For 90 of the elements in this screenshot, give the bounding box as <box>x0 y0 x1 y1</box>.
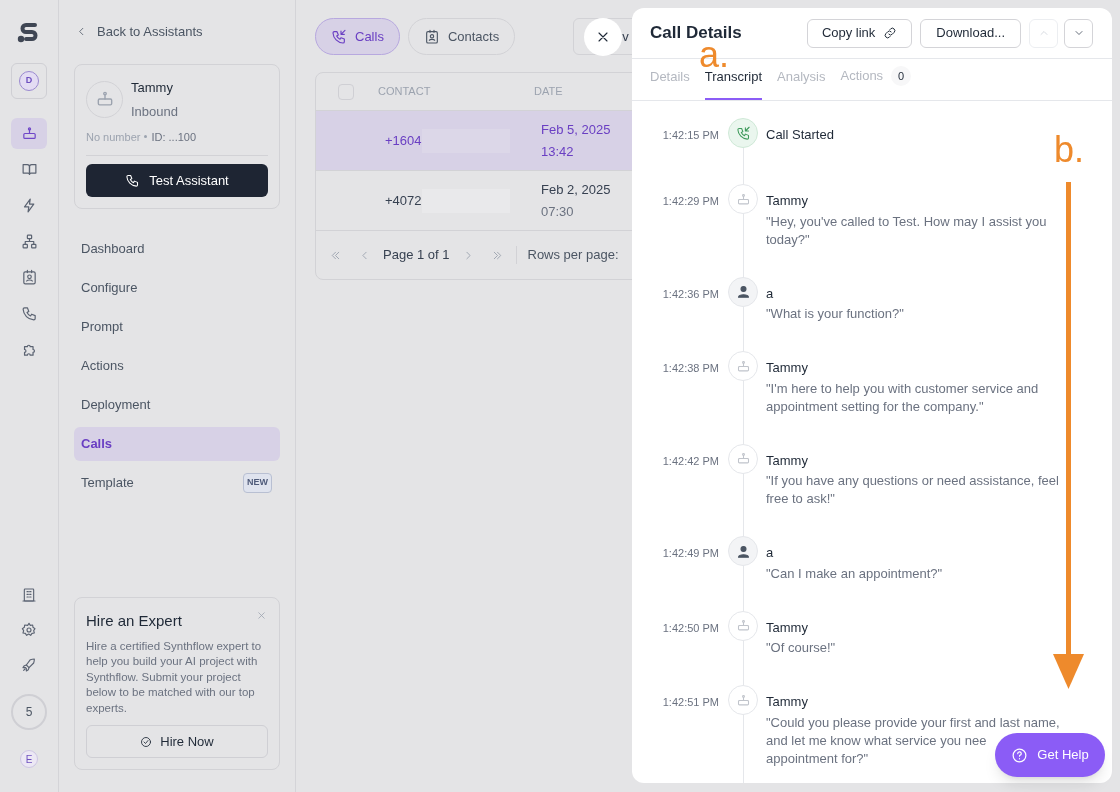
tab[interactable]: Transcript <box>704 66 763 100</box>
rows-per-page-label: Rows per page: <box>527 246 619 265</box>
nav-item[interactable]: Template NEW <box>74 466 280 500</box>
tab-label: Actions <box>840 67 884 86</box>
annotation-label: b. <box>1054 130 1085 170</box>
timestamp: 1:42:15 PM <box>661 128 719 143</box>
message-text: appointment for?" <box>766 749 869 768</box>
column-header: CONTACT <box>378 84 432 100</box>
robot-icon <box>735 358 751 374</box>
robot-icon <box>735 451 751 466</box>
speaker-name: a <box>766 544 775 562</box>
rocket-icon <box>21 656 37 673</box>
robot-icon <box>20 125 38 142</box>
timestamp: 1:42:50 PM <box>661 620 719 636</box>
message-text: "If you have any questions or need assistance, feel free to ask!" <box>766 472 1060 508</box>
robot-icon <box>735 191 751 207</box>
contact-card-icon <box>423 28 440 45</box>
nav-item[interactable]: Calls <box>74 427 280 461</box>
table-cell-text: Feb 2, 2025 <box>541 180 611 199</box>
promo-title: Hire an Expert <box>86 611 182 631</box>
assistant-direction: Inbound <box>131 103 178 121</box>
phone-icon <box>331 28 347 45</box>
new-badge: NEW <box>243 473 272 493</box>
check-circle-icon <box>140 735 153 748</box>
speaker-name: Call Started <box>766 126 835 144</box>
person-icon <box>735 284 751 299</box>
link-icon <box>883 26 898 40</box>
speaker-name: Tammy <box>766 359 809 377</box>
table-row[interactable]: +1604 Feb 5, 2025 13:42 <box>316 111 632 171</box>
speaker-name: a <box>766 284 775 303</box>
nav-item[interactable]: Actions <box>74 349 280 383</box>
nav-label: Template <box>81 474 134 493</box>
book-icon <box>20 161 38 178</box>
get-help-button[interactable]: Get Help <box>995 733 1105 777</box>
download-button[interactable]: Download... <box>920 18 1021 48</box>
timestamp: 1:42:42 PM <box>661 453 719 469</box>
workspace-switcher[interactable]: D <box>11 63 47 99</box>
tab[interactable]: Calls <box>315 18 400 55</box>
timestamp: 1:42:51 PM <box>661 695 719 710</box>
nav-item[interactable]: Prompt <box>74 310 280 344</box>
message-text: "Hey, you've called to Test. How may I assist you today?" <box>766 212 1048 249</box>
test-assistant-button[interactable]: Test Assistant <box>86 164 268 197</box>
settings-icon <box>21 621 37 638</box>
speaker-name: Tammy <box>766 693 809 711</box>
timestamp: 1:42:29 PM <box>661 194 719 209</box>
table-cell-text: 07:30 <box>541 203 575 221</box>
close-icon[interactable] <box>256 610 267 621</box>
table-cell-text: +4072 <box>385 191 422 210</box>
message-text: "I'm here to help you with customer service and appointment setting for the company." <box>766 379 1040 416</box>
phone-icon <box>20 305 38 322</box>
close-dialog[interactable] <box>584 18 622 56</box>
robot-icon <box>735 692 751 708</box>
message-text: "Of course!" <box>766 639 837 657</box>
workspace-avatar: D <box>19 71 39 91</box>
timestamp: 1:42:36 PM <box>661 286 719 302</box>
tab[interactable]: Actions 0 <box>840 66 912 100</box>
table-cell-text: 13:42 <box>541 143 575 161</box>
timestamp: 1:42:38 PM <box>661 361 719 376</box>
hierarchy-icon <box>20 233 38 250</box>
message-text: "Can I make an appointment?" <box>766 564 944 583</box>
page-indicator: Page 1 of 1 <box>383 246 450 265</box>
phone-icon <box>735 125 751 141</box>
nav-item[interactable]: Configure <box>74 271 280 305</box>
table-cell-text: +1604 <box>385 131 422 150</box>
speaker-name: Tammy <box>766 192 809 210</box>
nav-item[interactable]: Deployment <box>74 388 280 422</box>
phone-number: No number <box>86 129 141 145</box>
hire-now-button[interactable]: Hire Now <box>86 725 268 758</box>
copy-link-button[interactable]: Copy link <box>806 18 913 48</box>
assistant-name: Tammy <box>131 78 174 97</box>
rail-button[interactable] <box>11 118 47 149</box>
robot-icon <box>735 618 751 633</box>
assistant-id: ID: ...100 <box>151 129 197 145</box>
back-link[interactable]: Back to Assistants <box>76 22 203 42</box>
speaker-name: Tammy <box>766 451 809 470</box>
speaker-name: Tammy <box>766 618 809 637</box>
phone-icon <box>125 173 141 188</box>
message-text: "What is your function?" <box>766 305 905 323</box>
person-icon <box>735 543 751 559</box>
user-avatar[interactable]: E <box>20 750 38 768</box>
help-icon <box>1011 746 1029 764</box>
count-badge: 0 <box>891 66 912 86</box>
timestamp: 1:42:49 PM <box>661 546 719 561</box>
column-header: DATE <box>534 84 563 100</box>
promo-text: Hire a certified Synthflow expert to help you build your AI project with Synthflow. Submit your project below to be matched with our top experts. <box>86 638 263 716</box>
usage-counter[interactable]: 5 <box>11 694 47 730</box>
contact-card-icon <box>20 269 38 286</box>
building-icon <box>21 586 37 603</box>
nav-item[interactable]: Dashboard <box>74 232 280 266</box>
table-cell-text: Feb 5, 2025 <box>541 120 611 139</box>
